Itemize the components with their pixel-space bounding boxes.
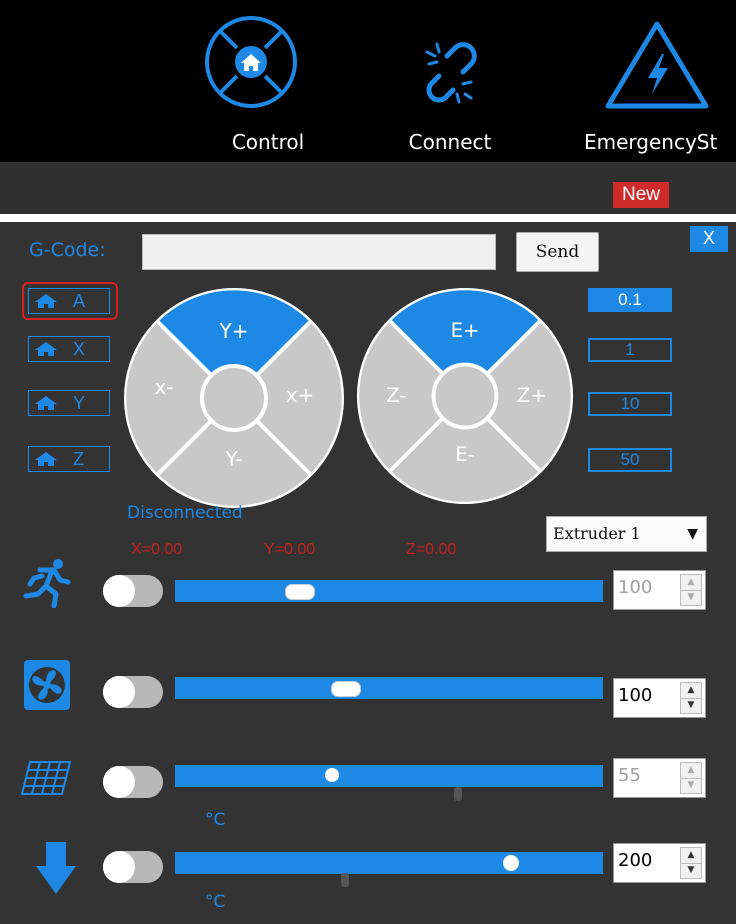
connect-button[interactable]: Connect: [395, 0, 505, 162]
e-plus-label: E+: [451, 319, 480, 342]
x-coordinate: X=0.00: [131, 541, 183, 558]
down-arrow-icon: [36, 842, 76, 894]
step-0-1-button[interactable]: 0.1: [588, 288, 672, 312]
toggle-knob: [103, 575, 135, 607]
spin-arrows[interactable]: ▲ ▼: [680, 762, 702, 794]
speed-slider-thumb[interactable]: [285, 584, 315, 600]
spin-arrows[interactable]: ▲ ▼: [680, 574, 702, 606]
emergency-stop-button[interactable]: EmergencySt: [580, 0, 736, 162]
step-1-button[interactable]: 1: [588, 338, 672, 362]
nozzle-target-marker: [341, 873, 349, 887]
speed-spinbox[interactable]: 100 ▲ ▼: [613, 570, 706, 610]
bed-toggle[interactable]: [103, 766, 163, 798]
nozzle-spinbox[interactable]: 200 ▲ ▼: [613, 843, 706, 883]
z-plus-label: Z+: [517, 384, 547, 407]
nozzle-toggle[interactable]: [103, 851, 163, 883]
gcode-label: G-Code:: [29, 239, 106, 261]
toggle-knob: [103, 676, 135, 708]
connect-label: Connect: [408, 130, 492, 154]
home-y-button[interactable]: Y: [28, 390, 110, 416]
extruder-selected: Extruder 1: [553, 524, 641, 543]
home-cross-icon: [205, 16, 297, 108]
spin-up-icon[interactable]: ▲: [681, 575, 701, 591]
speed-toggle[interactable]: [103, 575, 163, 607]
bed-target-marker: [454, 787, 462, 801]
emergency-stop-label: EmergencySt: [584, 130, 718, 154]
close-button[interactable]: X: [690, 226, 728, 252]
running-man-icon: [23, 559, 71, 608]
home-x-label: X: [73, 339, 86, 359]
fan-slider-thumb[interactable]: [331, 681, 361, 697]
spin-arrows[interactable]: ▲ ▼: [680, 682, 702, 714]
z-minus-label: Z-: [386, 384, 406, 407]
control-label: Control: [231, 130, 305, 154]
y-plus-label: Y+: [219, 319, 249, 343]
new-badge: New: [613, 182, 669, 208]
home-all-label: A: [73, 291, 86, 311]
fan-icon: [24, 660, 70, 710]
fan-spinbox[interactable]: 100 ▲ ▼: [613, 678, 706, 718]
home-icon: [35, 452, 57, 466]
ze-jog-pad: E+ E- Z- Z+: [356, 287, 574, 505]
spin-down-icon[interactable]: ▼: [681, 778, 701, 793]
speed-slider[interactable]: [175, 580, 603, 602]
ze-center: [431, 362, 499, 430]
bed-spinbox[interactable]: 55 ▲ ▼: [613, 758, 706, 798]
send-button[interactable]: Send: [516, 232, 599, 272]
e-minus-label: E-: [455, 443, 474, 466]
home-icon: [35, 396, 57, 410]
control-button[interactable]: Control: [195, 0, 341, 162]
speed-value: 100: [618, 577, 653, 598]
home-z-button[interactable]: Z: [28, 446, 110, 472]
heated-bed-icon: [20, 761, 72, 795]
chevron-down-icon: ▼: [687, 526, 698, 542]
spin-up-icon[interactable]: ▲: [681, 683, 701, 699]
fan-value: 100: [618, 685, 653, 706]
y-coordinate: Y=0.00: [264, 541, 316, 558]
home-icon: [35, 342, 57, 356]
connection-status: Disconnected: [127, 503, 243, 523]
home-icon: [35, 294, 57, 308]
y-minus-label: Y-: [224, 447, 242, 471]
home-all-button[interactable]: A: [28, 288, 110, 314]
bed-value: 55: [618, 765, 641, 786]
x-plus-label: x+: [286, 383, 315, 407]
z-coordinate: Z=0.00: [406, 541, 457, 558]
xy-center: [200, 364, 268, 432]
spin-up-icon[interactable]: ▲: [681, 763, 701, 779]
xy-jog-pad: Y+ Y- x- x+: [124, 288, 344, 508]
nozzle-slider[interactable]: [175, 852, 603, 874]
fan-toggle[interactable]: [103, 676, 163, 708]
warning-bolt-icon: [605, 21, 709, 109]
extruder-select[interactable]: Extruder 1 ▼: [546, 516, 707, 552]
step-50-button[interactable]: 50: [588, 448, 672, 472]
bed-slider[interactable]: [175, 765, 603, 787]
fan-slider[interactable]: [175, 677, 603, 699]
gcode-input[interactable]: [142, 234, 496, 270]
x-minus-label: x-: [154, 375, 173, 399]
nozzle-value: 200: [618, 850, 653, 871]
spin-down-icon[interactable]: ▼: [681, 863, 701, 878]
bed-slider-thumb[interactable]: [325, 768, 339, 782]
toggle-knob: [103, 766, 135, 798]
step-10-button[interactable]: 10: [588, 392, 672, 416]
toggle-knob: [103, 851, 135, 883]
broken-link-icon: [425, 42, 477, 104]
spin-down-icon[interactable]: ▼: [681, 698, 701, 713]
divider: [0, 214, 736, 222]
home-x-button[interactable]: X: [28, 336, 110, 362]
home-y-label: Y: [73, 393, 86, 413]
nozzle-slider-thumb[interactable]: [503, 855, 519, 871]
bed-unit: °C: [205, 810, 226, 830]
spin-arrows[interactable]: ▲ ▼: [680, 847, 702, 879]
spin-up-icon[interactable]: ▲: [681, 848, 701, 864]
nozzle-unit: °C: [205, 892, 226, 912]
home-z-label: Z: [73, 449, 84, 469]
spin-down-icon[interactable]: ▼: [681, 590, 701, 605]
